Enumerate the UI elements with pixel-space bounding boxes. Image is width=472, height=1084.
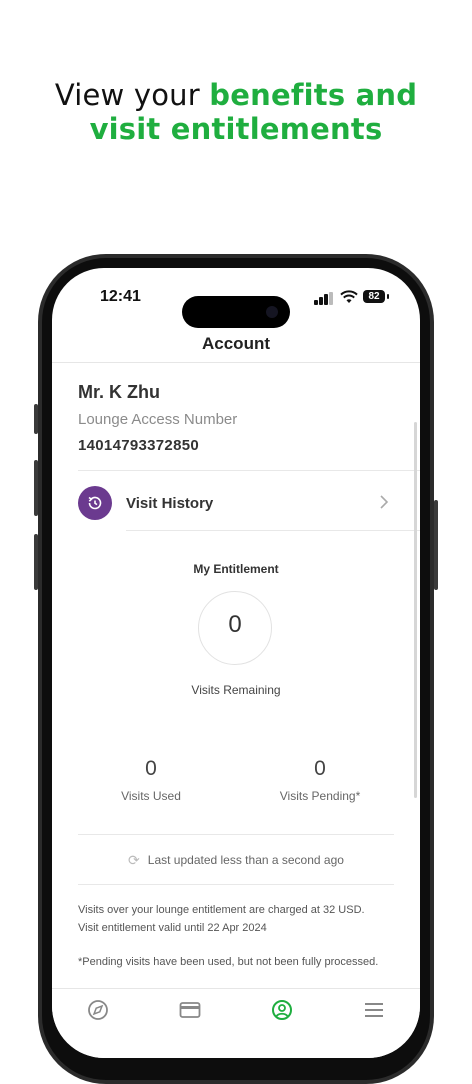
menu-icon bbox=[365, 1003, 383, 1017]
lounge-access-label: Lounge Access Number bbox=[78, 411, 238, 428]
status-time: 12:41 bbox=[100, 288, 141, 305]
tab-account[interactable] bbox=[262, 997, 302, 1023]
visits-pending-stat: 0 Visits Pending* bbox=[250, 757, 390, 803]
visits-pending-value: 0 bbox=[314, 757, 326, 780]
last-updated: ⟳ Last updated less than a second ago bbox=[52, 852, 420, 869]
lounge-access-number: 14014793372850 bbox=[78, 437, 199, 454]
headline-highlight-1: benefits and bbox=[209, 78, 418, 112]
pending-footnote: *Pending visits have been used, but not … bbox=[78, 956, 379, 968]
signal-icon bbox=[314, 291, 334, 305]
app-screen: 12:41 82 Account Mr. K Zhu Lounge Access… bbox=[52, 268, 420, 1058]
tab-explore[interactable] bbox=[78, 997, 118, 1023]
nav-divider bbox=[52, 362, 420, 363]
tab-bar bbox=[52, 988, 420, 1058]
history-icon bbox=[78, 486, 112, 520]
charge-note: Visits over your lounge entitlement are … bbox=[78, 904, 365, 916]
divider bbox=[78, 884, 394, 885]
battery-tip bbox=[387, 294, 389, 299]
dynamic-island bbox=[182, 296, 290, 328]
headline-line-1: View your benefits and bbox=[0, 78, 472, 112]
visits-pending-label: Visits Pending* bbox=[279, 789, 361, 803]
promo-headline: View your benefits and visit entitlement… bbox=[0, 78, 472, 146]
account-name: Mr. K Zhu bbox=[78, 382, 160, 402]
entitlement-title: My Entitlement bbox=[193, 562, 279, 576]
phone-volume-down-button bbox=[34, 534, 38, 590]
chevron-right-icon bbox=[380, 495, 389, 509]
headline-highlight-2: visit entitlements bbox=[89, 112, 383, 146]
page-title: Account bbox=[202, 334, 270, 353]
wifi-icon bbox=[340, 290, 358, 303]
last-updated-text: Last updated less than a second ago bbox=[147, 853, 344, 867]
visits-remaining-label: Visits Remaining bbox=[191, 683, 281, 697]
battery-icon: 82 bbox=[363, 290, 385, 303]
divider bbox=[78, 834, 394, 835]
tab-membership[interactable] bbox=[170, 997, 210, 1023]
visit-history-label: Visit History bbox=[126, 495, 214, 512]
visits-remaining-value: 0 bbox=[228, 611, 242, 638]
headline-prefix: View your bbox=[54, 78, 200, 112]
divider bbox=[126, 530, 420, 531]
sync-icon: ⟳ bbox=[128, 852, 140, 868]
visits-used-value: 0 bbox=[145, 757, 157, 780]
camera-icon bbox=[266, 306, 278, 318]
phone-action-button bbox=[34, 404, 38, 434]
card-icon bbox=[179, 1002, 201, 1018]
visit-history-row[interactable]: Visit History bbox=[52, 471, 420, 531]
account-icon bbox=[272, 1000, 292, 1020]
visits-used-stat: 0 Visits Used bbox=[81, 757, 221, 803]
status-bar: 12:41 82 bbox=[52, 286, 420, 328]
valid-until-note: Visit entitlement valid until 22 Apr 202… bbox=[78, 922, 267, 934]
scrollbar[interactable] bbox=[414, 422, 417, 798]
visits-used-label: Visits Used bbox=[121, 789, 181, 803]
phone-volume-up-button bbox=[34, 460, 38, 516]
compass-icon bbox=[88, 1000, 108, 1020]
headline-line-2: visit entitlements bbox=[0, 112, 472, 146]
tab-menu[interactable] bbox=[354, 997, 394, 1023]
phone-power-button bbox=[434, 500, 438, 590]
